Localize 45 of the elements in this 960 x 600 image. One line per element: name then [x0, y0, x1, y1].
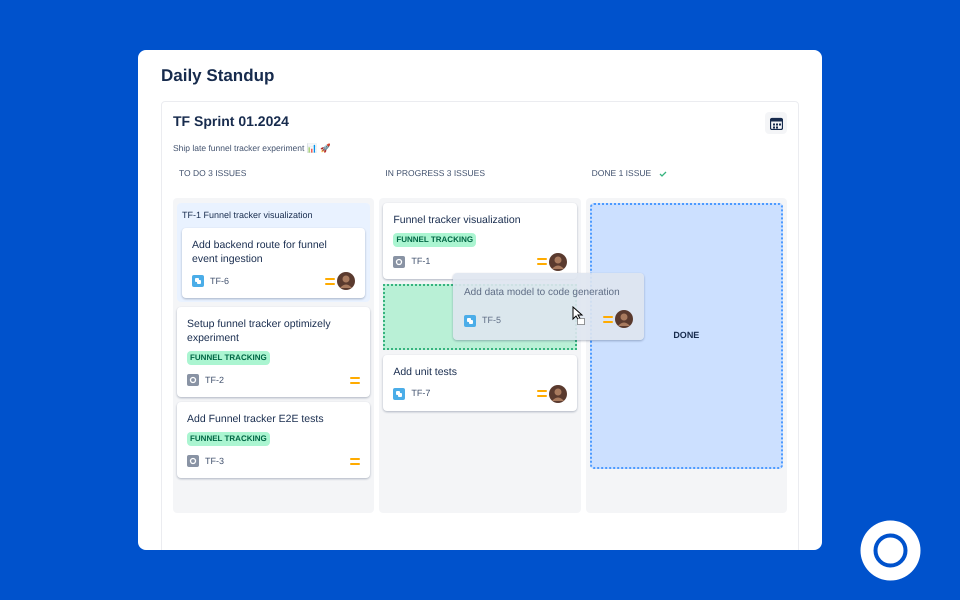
issue-key: TF-6	[210, 274, 229, 288]
issue-title: Setup funnel tracker optimizely experiment	[187, 317, 332, 346]
priority-icon	[603, 316, 613, 322]
issue-card[interactable]: Setup funnel tracker optimizely experiment FUNNEL TRACKING TF-2	[177, 307, 370, 398]
priority-icon	[350, 376, 360, 384]
issue-card[interactable]: Funnel tracker visualization FUNNEL TRACKING TF-1	[383, 202, 577, 279]
issue-label: FUNNEL TRACKING	[187, 351, 270, 366]
drop-zone-label: DONE	[673, 329, 700, 342]
priority-icon	[325, 278, 336, 285]
priority-icon	[536, 390, 547, 398]
issue-key: TF-3	[205, 454, 224, 468]
issue-type-icon	[464, 315, 476, 327]
issue-label: FUNNEL TRACKING	[187, 432, 270, 446]
issue-title: Add data model to code generation	[464, 286, 621, 300]
column-header: DONE 1 ISSUE	[592, 167, 652, 180]
issue-key: TF-2	[205, 374, 224, 387]
issue-type-icon	[187, 374, 199, 386]
sprint-goal: Ship late funnel tracker experiment 📊 🚀	[173, 142, 332, 155]
issue-key: TF-5	[482, 314, 501, 328]
priority-icon	[536, 258, 547, 266]
column-header: TO DO 3 ISSUES	[179, 167, 246, 180]
issue-card[interactable]: Add unit tests TF-7	[383, 354, 577, 411]
issue-key: TF-1	[411, 255, 430, 268]
dragged-card[interactable]: Add data model to code generation TF-5	[453, 273, 644, 340]
issue-type-icon	[393, 388, 406, 400]
priority-icon	[350, 458, 360, 465]
logo-icon	[860, 520, 921, 581]
issue-label: FUNNEL TRACKING	[393, 232, 476, 247]
issue-card[interactable]: Add Funnel tracker E2E tests FUNNEL TRACKING TF-3	[177, 402, 370, 478]
cursor-icon	[572, 306, 586, 325]
issue-title: Add unit tests	[393, 364, 458, 379]
issue-type-icon	[393, 256, 406, 268]
issue-title: Add backend route for funnel event ingestion	[192, 238, 328, 266]
column-header: IN PROGRESS 3 ISSUES	[385, 167, 485, 180]
calendar-icon	[770, 116, 782, 130]
issue-title: Add Funnel tracker E2E tests	[187, 412, 325, 426]
calendar-button[interactable]	[765, 112, 787, 134]
issue-card[interactable]: Add backend route for funnel event ingestion TF-6	[182, 228, 366, 298]
issue-title: Funnel tracker visualization	[393, 212, 522, 227]
issue-type-icon	[187, 455, 199, 468]
epic-title: TF-1 Funnel tracker visualization	[182, 208, 314, 222]
page-title: Daily Standup	[161, 65, 276, 87]
issue-key: TF-7	[411, 387, 430, 400]
sprint-title: TF Sprint 01.2024	[173, 112, 290, 130]
issue-type-icon	[192, 275, 204, 288]
